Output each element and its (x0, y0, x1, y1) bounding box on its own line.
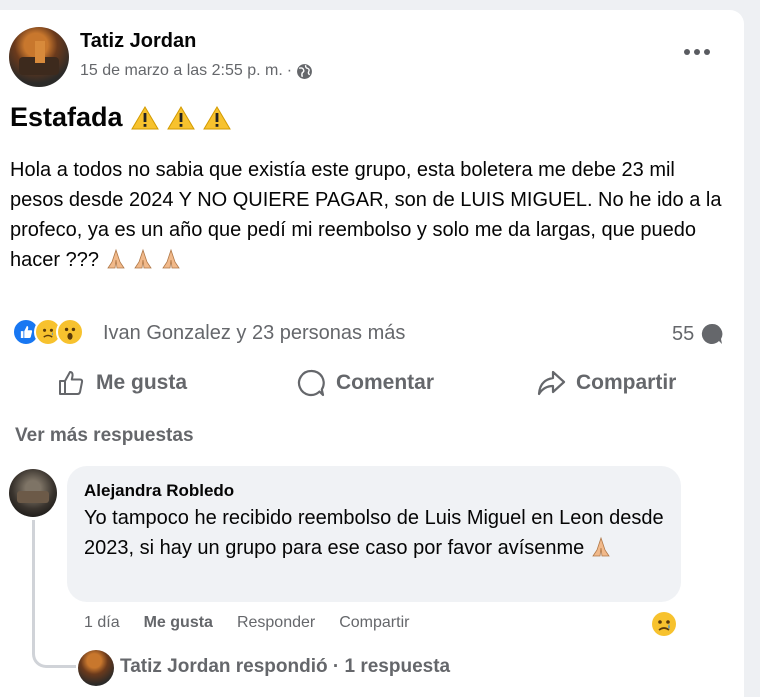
more-options-button[interactable] (684, 42, 714, 62)
comment-text: Yo tampoco he recibido reembolso de Luis… (84, 503, 674, 563)
reply-summary-link[interactable]: Tatiz Jordan respondió · 1 respuesta (120, 656, 450, 678)
post-author-name[interactable]: Tatiz Jordan (80, 30, 196, 53)
comment-share-link[interactable]: Compartir (339, 614, 409, 632)
post-title-text: Estafada (10, 102, 123, 132)
comment-bubble-icon (702, 323, 723, 344)
comment-like-link[interactable]: Me gusta (144, 614, 213, 632)
globe-icon (297, 63, 313, 79)
comment-time[interactable]: 1 día (84, 614, 120, 632)
reaction-icons[interactable] (12, 318, 84, 346)
thumbs-up-icon (59, 371, 84, 395)
share-arrow-icon (537, 370, 566, 396)
page-background-edge (744, 0, 760, 697)
meta-separator: · (286, 62, 293, 79)
share-button-label: Compartir (576, 371, 677, 394)
comment-actions: 1 día Me gusta Responder Compartir (84, 614, 409, 632)
comment-button[interactable]: Comentar (296, 366, 434, 400)
like-button-label: Me gusta (96, 371, 188, 394)
warning-icon (166, 105, 195, 129)
share-button[interactable]: Compartir (536, 366, 676, 400)
comment-text-content: Yo tampoco he recibido reembolso de Luis… (84, 507, 664, 559)
reaction-summary[interactable]: Ivan Gonzalez y 23 personas más (103, 322, 405, 345)
warning-icon (202, 105, 231, 129)
folded-hands-icon (592, 536, 610, 557)
like-button[interactable]: Me gusta (56, 366, 187, 400)
comment-icon (297, 369, 325, 397)
commenter-name[interactable]: Alejandra Robledo (84, 481, 234, 501)
post-meta: 15 de marzo a las 2:55 p. m. · (80, 62, 313, 80)
comment-count[interactable]: 55 (672, 322, 724, 346)
comment-reply-link[interactable]: Responder (237, 614, 315, 632)
see-more-replies-link[interactable]: Ver más respuestas (15, 425, 194, 447)
wow-reaction-icon (56, 318, 84, 346)
post-title: Estafada (10, 102, 231, 133)
sad-face-icon[interactable] (650, 610, 678, 638)
post-body: Hola a todos no sabia que existía este g… (10, 155, 730, 275)
folded-hands-icon (161, 248, 180, 269)
comment-count-value: 55 (672, 322, 695, 345)
post-timestamp[interactable]: 15 de marzo a las 2:55 p. m. (80, 62, 283, 80)
warning-icon (130, 105, 159, 129)
author-avatar[interactable] (9, 27, 69, 87)
commenter-avatar[interactable] (9, 469, 57, 517)
reply-author-avatar[interactable] (78, 650, 114, 686)
comment-button-label: Comentar (336, 371, 435, 394)
folded-hands-icon (134, 248, 152, 269)
folded-hands-icon (106, 248, 125, 269)
